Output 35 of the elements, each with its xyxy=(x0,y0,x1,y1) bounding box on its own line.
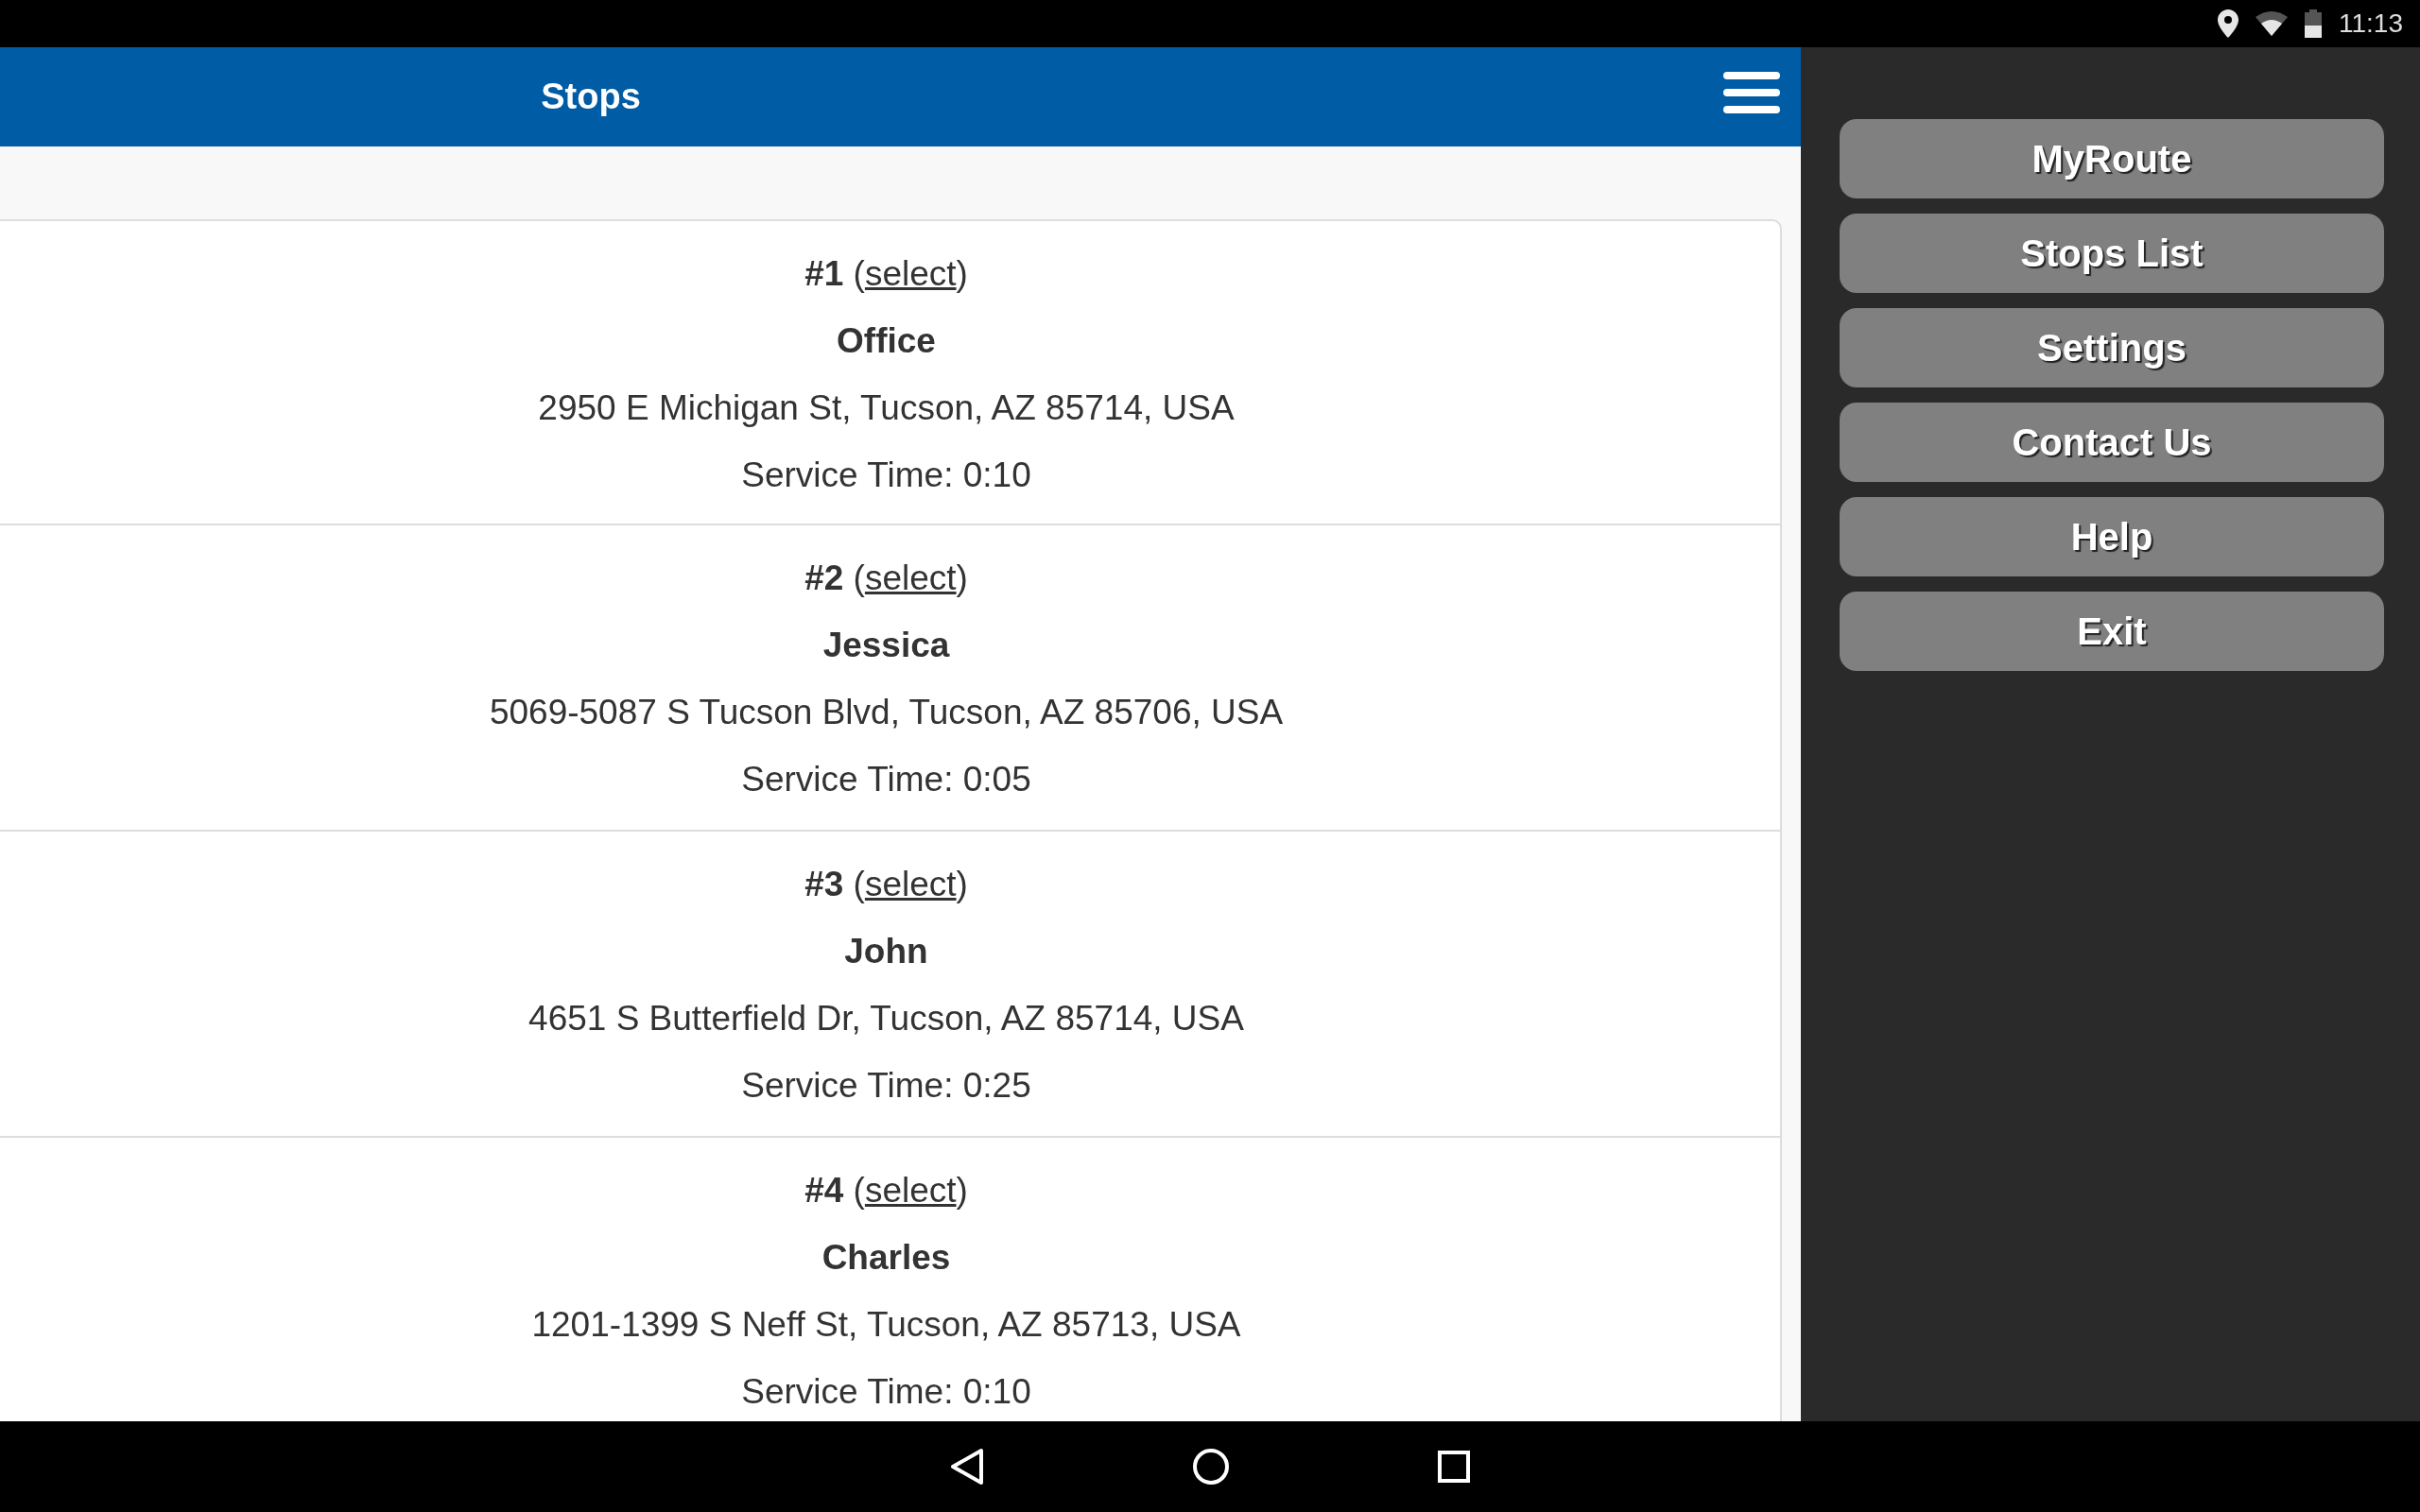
stop-name: Office xyxy=(837,321,936,360)
back-icon[interactable] xyxy=(950,1448,984,1486)
location-pin-icon xyxy=(2218,9,2238,38)
select-link[interactable]: select xyxy=(864,1171,957,1210)
battery-icon xyxy=(2305,9,2322,38)
select-link[interactable]: select xyxy=(864,558,957,597)
stop-name: Charles xyxy=(821,1238,951,1277)
stop-number: #1 (select) xyxy=(804,254,968,293)
service-time: Service Time: 0:25 xyxy=(741,1066,1031,1105)
stop-name: John xyxy=(844,932,928,971)
page-title: Stops xyxy=(540,77,642,117)
stop-name: Jessica xyxy=(822,626,950,664)
menu-button[interactable]: Help xyxy=(1840,497,2384,576)
clock-time: 11:13 xyxy=(2339,9,2403,39)
menu-icon[interactable] xyxy=(1723,72,1780,113)
service-time: Service Time: 0:10 xyxy=(741,455,1031,494)
menu-button[interactable]: Exit xyxy=(1840,592,2384,671)
stop-number: #3 (select) xyxy=(804,865,968,903)
service-time: Service Time: 0:05 xyxy=(741,760,1031,799)
wifi-icon xyxy=(2256,11,2288,36)
menu-button[interactable]: Contact Us xyxy=(1840,403,2384,482)
stop-number: #4 (select) xyxy=(804,1171,968,1210)
stop-address: 2950 E Michigan St, Tucson, AZ 85714, USA xyxy=(538,388,1235,427)
select-link[interactable]: select xyxy=(864,254,957,293)
stop-address: 5069-5087 S Tucson Blvd, Tucson, AZ 85706, USA xyxy=(489,693,1284,731)
menu-button[interactable]: Settings xyxy=(1840,308,2384,387)
stop-address: 4651 S Butterfield Dr, Tucson, AZ 85714, USA xyxy=(528,999,1244,1038)
menu-button[interactable]: MyRoute xyxy=(1840,119,2384,198)
recent-apps-icon[interactable] xyxy=(1438,1451,1470,1483)
stop-number: #2 (select) xyxy=(804,558,968,597)
stop-address: 1201-1399 S Neff St, Tucson, AZ 85713, USA xyxy=(531,1305,1241,1344)
menu-button[interactable]: Stops List xyxy=(1840,214,2384,293)
home-icon[interactable] xyxy=(1192,1448,1230,1486)
select-link[interactable]: select xyxy=(864,865,957,903)
service-time: Service Time: 0:10 xyxy=(741,1372,1031,1411)
